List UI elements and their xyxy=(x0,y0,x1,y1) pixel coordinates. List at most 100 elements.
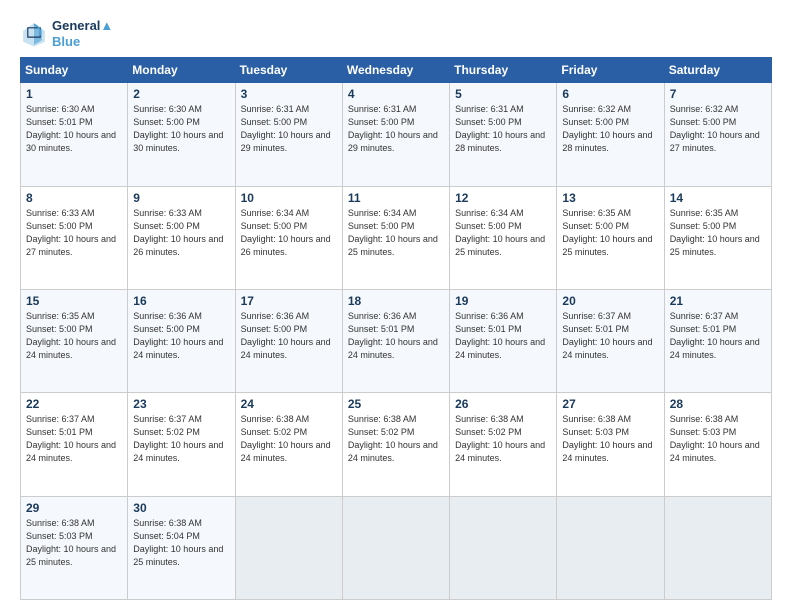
calendar-cell: 18 Sunrise: 6:36 AMSunset: 5:01 PMDayligh… xyxy=(342,289,449,392)
day-number: 9 xyxy=(133,191,229,205)
calendar-cell: 20 Sunrise: 6:37 AMSunset: 5:01 PMDayligh… xyxy=(557,289,664,392)
calendar-cell: 7 Sunrise: 6:32 AMSunset: 5:00 PMDaylight… xyxy=(664,83,771,186)
calendar-cell: 23 Sunrise: 6:37 AMSunset: 5:02 PMDayligh… xyxy=(128,393,235,496)
calendar-cell: 2 Sunrise: 6:30 AMSunset: 5:00 PMDaylight… xyxy=(128,83,235,186)
day-info: Sunrise: 6:34 AMSunset: 5:00 PMDaylight:… xyxy=(348,207,444,259)
day-number: 22 xyxy=(26,397,122,411)
calendar-cell: 30 Sunrise: 6:38 AMSunset: 5:04 PMDayligh… xyxy=(128,496,235,599)
day-number: 21 xyxy=(670,294,766,308)
calendar-cell: 1Sunrise: 6:30 AMSunset: 5:01 PMDaylight… xyxy=(21,83,128,186)
calendar-cell: 14Sunrise: 6:35 AMSunset: 5:00 PMDayligh… xyxy=(664,186,771,289)
day-number: 15 xyxy=(26,294,122,308)
day-number: 30 xyxy=(133,501,229,515)
logo: General▲ Blue xyxy=(20,18,113,49)
logo-icon xyxy=(20,20,48,48)
calendar-cell: 28 Sunrise: 6:38 AMSunset: 5:03 PMDayligh… xyxy=(664,393,771,496)
day-number: 28 xyxy=(670,397,766,411)
calendar-cell: 24 Sunrise: 6:38 AMSunset: 5:02 PMDayligh… xyxy=(235,393,342,496)
page: General▲ Blue SundayMondayTuesdayWednesd… xyxy=(0,0,792,612)
calendar-cell xyxy=(450,496,557,599)
day-number: 20 xyxy=(562,294,658,308)
day-info: Sunrise: 6:38 AMSunset: 5:04 PMDaylight:… xyxy=(133,517,229,569)
day-info: Sunrise: 6:34 AMSunset: 5:00 PMDaylight:… xyxy=(455,207,551,259)
calendar-cell xyxy=(235,496,342,599)
day-info: Sunrise: 6:31 AMSunset: 5:00 PMDaylight:… xyxy=(241,103,337,155)
calendar-cell: 10 Sunrise: 6:34 AMSunset: 5:00 PMDayligh… xyxy=(235,186,342,289)
day-number: 19 xyxy=(455,294,551,308)
day-number: 24 xyxy=(241,397,337,411)
calendar-cell: 12 Sunrise: 6:34 AMSunset: 5:00 PMDayligh… xyxy=(450,186,557,289)
column-header-wednesday: Wednesday xyxy=(342,58,449,83)
calendar-cell: 3 Sunrise: 6:31 AMSunset: 5:00 PMDaylight… xyxy=(235,83,342,186)
day-info: Sunrise: 6:34 AMSunset: 5:00 PMDaylight:… xyxy=(241,207,337,259)
calendar-cell xyxy=(664,496,771,599)
day-number: 25 xyxy=(348,397,444,411)
day-info: Sunrise: 6:38 AMSunset: 5:02 PMDaylight:… xyxy=(348,413,444,465)
day-info: Sunrise: 6:36 AMSunset: 5:01 PMDaylight:… xyxy=(348,310,444,362)
calendar-cell: 13 Sunrise: 6:35 AMSunset: 5:00 PMDayligh… xyxy=(557,186,664,289)
day-number: 3 xyxy=(241,87,337,101)
day-number: 18 xyxy=(348,294,444,308)
day-info: Sunrise: 6:30 AMSunset: 5:00 PMDaylight:… xyxy=(133,103,229,155)
day-number: 29 xyxy=(26,501,122,515)
day-info: Sunrise: 6:35 AMSunset: 5:00 PMDaylight:… xyxy=(670,207,766,259)
day-number: 7 xyxy=(670,87,766,101)
day-info: Sunrise: 6:37 AMSunset: 5:02 PMDaylight:… xyxy=(133,413,229,465)
calendar-cell: 17Sunrise: 6:36 AMSunset: 5:00 PMDayligh… xyxy=(235,289,342,392)
calendar-table: SundayMondayTuesdayWednesdayThursdayFrid… xyxy=(20,57,772,600)
day-number: 5 xyxy=(455,87,551,101)
calendar-cell: 26 Sunrise: 6:38 AMSunset: 5:02 PMDayligh… xyxy=(450,393,557,496)
calendar-week-1: 1Sunrise: 6:30 AMSunset: 5:01 PMDaylight… xyxy=(21,83,772,186)
day-info: Sunrise: 6:32 AMSunset: 5:00 PMDaylight:… xyxy=(670,103,766,155)
calendar-cell: 11 Sunrise: 6:34 AMSunset: 5:00 PMDayligh… xyxy=(342,186,449,289)
day-number: 11 xyxy=(348,191,444,205)
calendar-cell xyxy=(557,496,664,599)
day-number: 2 xyxy=(133,87,229,101)
calendar-cell: 15 Sunrise: 6:35 AMSunset: 5:00 PMDayligh… xyxy=(21,289,128,392)
calendar-week-3: 15 Sunrise: 6:35 AMSunset: 5:00 PMDayligh… xyxy=(21,289,772,392)
calendar-header-row: SundayMondayTuesdayWednesdayThursdayFrid… xyxy=(21,58,772,83)
day-number: 16 xyxy=(133,294,229,308)
day-info: Sunrise: 6:33 AMSunset: 5:00 PMDaylight:… xyxy=(133,207,229,259)
logo-text: General▲ Blue xyxy=(52,18,113,49)
day-number: 12 xyxy=(455,191,551,205)
calendar-cell: 29 Sunrise: 6:38 AMSunset: 5:03 PMDayligh… xyxy=(21,496,128,599)
calendar-cell: 6Sunrise: 6:32 AMSunset: 5:00 PMDaylight… xyxy=(557,83,664,186)
calendar-cell: 8Sunrise: 6:33 AMSunset: 5:00 PMDaylight… xyxy=(21,186,128,289)
day-info: Sunrise: 6:38 AMSunset: 5:02 PMDaylight:… xyxy=(455,413,551,465)
day-info: Sunrise: 6:35 AMSunset: 5:00 PMDaylight:… xyxy=(26,310,122,362)
day-number: 10 xyxy=(241,191,337,205)
day-info: Sunrise: 6:32 AMSunset: 5:00 PMDaylight:… xyxy=(562,103,658,155)
day-info: Sunrise: 6:36 AMSunset: 5:00 PMDaylight:… xyxy=(133,310,229,362)
day-info: Sunrise: 6:36 AMSunset: 5:00 PMDaylight:… xyxy=(241,310,337,362)
day-number: 1 xyxy=(26,87,122,101)
column-header-monday: Monday xyxy=(128,58,235,83)
day-number: 4 xyxy=(348,87,444,101)
calendar-cell: 19 Sunrise: 6:36 AMSunset: 5:01 PMDayligh… xyxy=(450,289,557,392)
calendar-week-5: 29 Sunrise: 6:38 AMSunset: 5:03 PMDayligh… xyxy=(21,496,772,599)
calendar-cell: 22Sunrise: 6:37 AMSunset: 5:01 PMDayligh… xyxy=(21,393,128,496)
day-number: 27 xyxy=(562,397,658,411)
day-info: Sunrise: 6:31 AMSunset: 5:00 PMDaylight:… xyxy=(348,103,444,155)
day-number: 26 xyxy=(455,397,551,411)
calendar-cell: 4 Sunrise: 6:31 AMSunset: 5:00 PMDaylight… xyxy=(342,83,449,186)
day-info: Sunrise: 6:38 AMSunset: 5:03 PMDaylight:… xyxy=(562,413,658,465)
day-info: Sunrise: 6:37 AMSunset: 5:01 PMDaylight:… xyxy=(562,310,658,362)
day-number: 23 xyxy=(133,397,229,411)
column-header-friday: Friday xyxy=(557,58,664,83)
day-info: Sunrise: 6:38 AMSunset: 5:03 PMDaylight:… xyxy=(26,517,122,569)
day-number: 13 xyxy=(562,191,658,205)
day-info: Sunrise: 6:31 AMSunset: 5:00 PMDaylight:… xyxy=(455,103,551,155)
column-header-tuesday: Tuesday xyxy=(235,58,342,83)
calendar-cell xyxy=(342,496,449,599)
day-info: Sunrise: 6:38 AMSunset: 5:02 PMDaylight:… xyxy=(241,413,337,465)
day-info: Sunrise: 6:35 AMSunset: 5:00 PMDaylight:… xyxy=(562,207,658,259)
column-header-saturday: Saturday xyxy=(664,58,771,83)
day-info: Sunrise: 6:38 AMSunset: 5:03 PMDaylight:… xyxy=(670,413,766,465)
calendar-week-2: 8Sunrise: 6:33 AMSunset: 5:00 PMDaylight… xyxy=(21,186,772,289)
header: General▲ Blue xyxy=(20,18,772,49)
day-info: Sunrise: 6:36 AMSunset: 5:01 PMDaylight:… xyxy=(455,310,551,362)
calendar-cell: 5 Sunrise: 6:31 AMSunset: 5:00 PMDaylight… xyxy=(450,83,557,186)
day-info: Sunrise: 6:33 AMSunset: 5:00 PMDaylight:… xyxy=(26,207,122,259)
calendar-cell: 25 Sunrise: 6:38 AMSunset: 5:02 PMDayligh… xyxy=(342,393,449,496)
